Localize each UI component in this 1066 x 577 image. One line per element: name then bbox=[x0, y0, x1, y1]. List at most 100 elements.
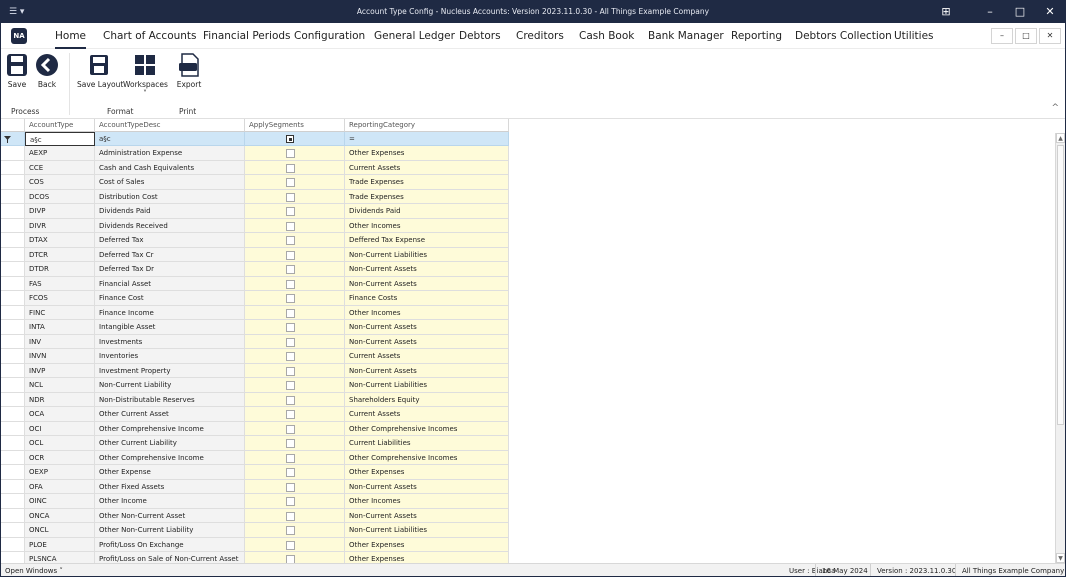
row-indicator[interactable] bbox=[1, 204, 25, 219]
tab-financial-periods[interactable]: Financial Periods bbox=[203, 23, 291, 49]
maximize-button[interactable]: □ bbox=[1005, 1, 1035, 23]
cell-accounttypedesc[interactable]: Cash and Cash Equivalents bbox=[95, 160, 245, 175]
cell-reportingcategory[interactable]: Other Incomes bbox=[345, 218, 509, 233]
cell-accounttypedesc[interactable]: Finance Cost bbox=[95, 291, 245, 306]
row-indicator[interactable] bbox=[1, 189, 25, 204]
cell-accounttypedesc[interactable]: Intangible Asset bbox=[95, 320, 245, 335]
table-row[interactable]: COS Cost of Sales Trade Expenses bbox=[1, 175, 509, 190]
cell-accounttypedesc[interactable]: Deferred Tax bbox=[95, 233, 245, 248]
apply-segments-checkbox[interactable] bbox=[286, 149, 295, 158]
table-row[interactable]: DIVP Dividends Paid Dividends Paid bbox=[1, 204, 509, 219]
table-row[interactable]: PLOE Profit/Loss On Exchange Other Expense… bbox=[1, 537, 509, 552]
cell-accounttypedesc[interactable]: Other Non-Current Asset bbox=[95, 508, 245, 523]
apply-segments-checkbox[interactable] bbox=[286, 381, 295, 390]
cell-accounttypedesc[interactable]: Profit/Loss on Sale of Non-Current Asset bbox=[95, 552, 245, 563]
apply-segments-checkbox[interactable] bbox=[286, 265, 295, 274]
cell-accounttype[interactable]: OCA bbox=[25, 407, 95, 422]
cell-accounttypedesc[interactable]: Finance Income bbox=[95, 305, 245, 320]
table-row[interactable]: FCOS Finance Cost Finance Costs bbox=[1, 291, 509, 306]
cell-accounttypedesc[interactable]: Other Non-Current Liability bbox=[95, 523, 245, 538]
filter-accounttype-input[interactable]: a§c bbox=[25, 132, 95, 146]
cell-accounttype[interactable]: NCL bbox=[25, 378, 95, 393]
apply-segments-checkbox[interactable] bbox=[286, 178, 295, 187]
row-indicator[interactable] bbox=[1, 262, 25, 277]
cell-reportingcategory[interactable]: Non-Current Assets bbox=[345, 262, 509, 277]
cell-accounttype[interactable]: OINC bbox=[25, 494, 95, 509]
filter-reportingcategory-input[interactable]: = bbox=[345, 132, 509, 146]
row-indicator[interactable] bbox=[1, 450, 25, 465]
close-button[interactable]: ✕ bbox=[1035, 1, 1065, 23]
cell-reportingcategory[interactable]: Deffered Tax Expense bbox=[345, 233, 509, 248]
cell-accounttypedesc[interactable]: Deferred Tax Cr bbox=[95, 247, 245, 262]
mdi-minimize-button[interactable]: – bbox=[991, 28, 1013, 44]
cell-reportingcategory[interactable]: Non-Current Assets bbox=[345, 508, 509, 523]
table-row[interactable]: ONCL Other Non-Current Liability Non-Curre… bbox=[1, 523, 509, 538]
row-indicator[interactable] bbox=[1, 233, 25, 248]
cell-reportingcategory[interactable]: Non-Current Liabilities bbox=[345, 247, 509, 262]
apply-segments-checkbox[interactable] bbox=[286, 424, 295, 434]
row-indicator[interactable] bbox=[1, 552, 25, 563]
apply-segments-checkbox[interactable] bbox=[286, 453, 295, 463]
scroll-up-icon[interactable]: ▲ bbox=[1056, 133, 1065, 143]
cell-reportingcategory[interactable]: Finance Costs bbox=[345, 291, 509, 306]
table-row[interactable]: DIVR Dividends Received Other Incomes bbox=[1, 218, 509, 233]
cell-accounttypedesc[interactable]: Investment Property bbox=[95, 363, 245, 378]
cell-accounttype[interactable]: INV bbox=[25, 334, 95, 349]
column-header-accounttype[interactable]: AccountType bbox=[25, 119, 95, 132]
cell-accounttype[interactable]: NDR bbox=[25, 392, 95, 407]
tab-chart-of-accounts[interactable]: Chart of Accounts bbox=[103, 23, 197, 49]
cell-accounttype[interactable]: DTAX bbox=[25, 233, 95, 248]
mdi-restore-button[interactable]: □ bbox=[1015, 28, 1037, 44]
cell-reportingcategory[interactable]: Trade Expenses bbox=[345, 175, 509, 190]
row-indicator[interactable] bbox=[1, 218, 25, 233]
row-indicator[interactable] bbox=[1, 349, 25, 364]
apply-segments-checkbox[interactable] bbox=[286, 511, 295, 521]
apply-segments-checkbox[interactable] bbox=[286, 323, 295, 332]
table-row[interactable]: OCA Other Current Asset Current Assets bbox=[1, 407, 509, 422]
tab-reporting[interactable]: Reporting bbox=[731, 23, 782, 49]
save-button[interactable]: Save bbox=[5, 53, 29, 89]
cell-reportingcategory[interactable]: Non-Current Assets bbox=[345, 479, 509, 494]
cell-accounttype[interactable]: INVP bbox=[25, 363, 95, 378]
row-indicator[interactable] bbox=[1, 247, 25, 262]
row-indicator[interactable] bbox=[1, 523, 25, 538]
tab-general-ledger[interactable]: General Ledger bbox=[374, 23, 455, 49]
apply-segments-checkbox[interactable] bbox=[286, 410, 295, 419]
table-row[interactable]: AEXP Administration Expense Other Expenses bbox=[1, 146, 509, 161]
row-indicator[interactable] bbox=[1, 465, 25, 480]
table-row[interactable]: INVN Inventories Current Assets bbox=[1, 349, 509, 364]
row-indicator[interactable] bbox=[1, 291, 25, 306]
apply-segments-checkbox[interactable] bbox=[286, 294, 295, 303]
table-row[interactable]: FAS Financial Asset Non-Current Assets bbox=[1, 276, 509, 291]
row-indicator[interactable] bbox=[1, 276, 25, 291]
cell-accounttypedesc[interactable]: Other Current Asset bbox=[95, 407, 245, 422]
table-row[interactable]: DTDR Deferred Tax Dr Non-Current Assets bbox=[1, 262, 509, 277]
apply-segments-checkbox[interactable] bbox=[286, 163, 295, 173]
apply-segments-checkbox[interactable] bbox=[286, 497, 295, 506]
table-row[interactable]: NDR Non-Distributable Reserves Shareholder… bbox=[1, 392, 509, 407]
apply-segments-checkbox[interactable] bbox=[286, 192, 295, 202]
table-row[interactable]: OEXP Other Expense Other Expenses bbox=[1, 465, 509, 480]
vertical-scrollbar[interactable]: ▲ ▼ bbox=[1055, 133, 1065, 563]
minimize-button[interactable]: – bbox=[975, 1, 1005, 23]
row-indicator[interactable] bbox=[1, 494, 25, 509]
cell-accounttype[interactable]: DTDR bbox=[25, 262, 95, 277]
cell-accounttypedesc[interactable]: Financial Asset bbox=[95, 276, 245, 291]
cell-accounttypedesc[interactable]: Other Income bbox=[95, 494, 245, 509]
tab-configuration[interactable]: Configuration bbox=[294, 23, 365, 49]
table-row[interactable]: ONCA Other Non-Current Asset Non-Current A… bbox=[1, 508, 509, 523]
apply-segments-checkbox[interactable] bbox=[286, 308, 295, 318]
cell-accounttype[interactable]: OCL bbox=[25, 436, 95, 451]
cell-reportingcategory[interactable]: Current Liabilities bbox=[345, 436, 509, 451]
tab-cash-book[interactable]: Cash Book bbox=[579, 23, 634, 49]
cell-accounttypedesc[interactable]: Cost of Sales bbox=[95, 175, 245, 190]
row-indicator[interactable] bbox=[1, 320, 25, 335]
cell-reportingcategory[interactable]: Other Incomes bbox=[345, 494, 509, 509]
column-header-reportingcategory[interactable]: ReportingCategory bbox=[345, 119, 509, 132]
row-indicator[interactable] bbox=[1, 421, 25, 436]
table-row[interactable]: OCI Other Comprehensive Income Other Compr… bbox=[1, 421, 509, 436]
cell-reportingcategory[interactable]: Non-Current Assets bbox=[345, 320, 509, 335]
cell-accounttype[interactable]: DCOS bbox=[25, 189, 95, 204]
table-row[interactable]: DCOS Distribution Cost Trade Expenses bbox=[1, 189, 509, 204]
cell-reportingcategory[interactable]: Other Incomes bbox=[345, 305, 509, 320]
